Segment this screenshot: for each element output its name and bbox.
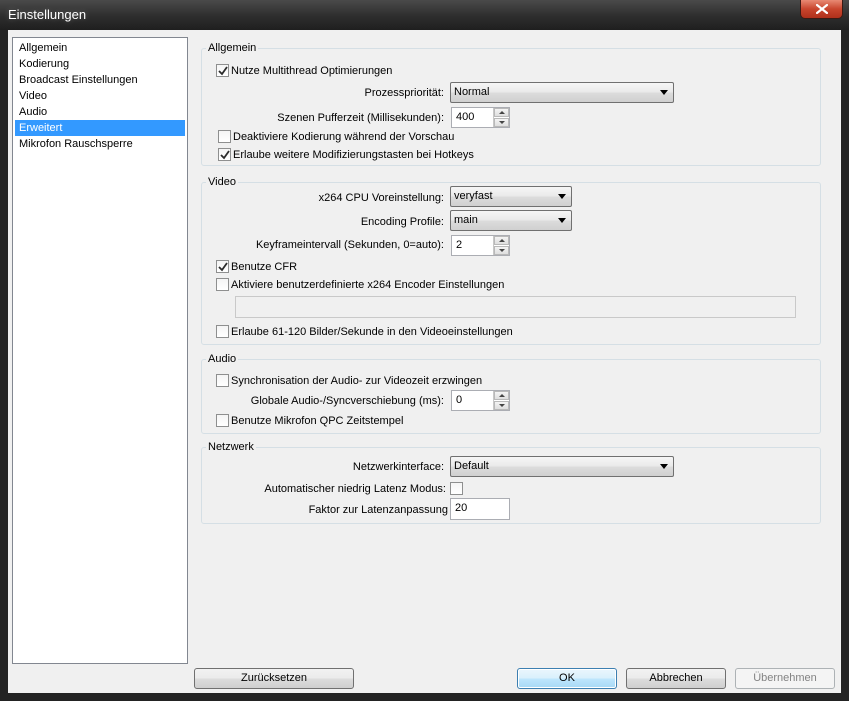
keyframe-spin-buttons (493, 236, 509, 255)
dialog-client-area: Allgemein Kodierung Broadcast Einstellun… (8, 30, 841, 693)
priority-label: Prozesspriorität: (364, 87, 444, 99)
sidebar-item-kodierung[interactable]: Kodierung (15, 56, 185, 72)
interface-label: Netzwerkinterface: (352, 461, 444, 473)
keyframe-value: 2 (456, 239, 463, 251)
checkmark-icon (220, 150, 230, 160)
offset-spin-buttons (493, 391, 509, 410)
hotkeys-checkbox[interactable] (218, 148, 231, 161)
custom-x264-input[interactable] (235, 296, 796, 318)
hotkeys-label: Erlaube weitere Modifizierungstasten bei… (233, 149, 474, 161)
sidebar-item-erweitert[interactable]: Erweitert (15, 120, 185, 136)
sidebar-item-audio[interactable]: Audio (15, 104, 185, 120)
custom-x264-checkbox[interactable] (216, 278, 229, 291)
spin-up-icon[interactable] (494, 108, 509, 117)
preset-label: x264 CPU Voreinstellung: (318, 192, 444, 204)
reset-button[interactable]: Zurücksetzen (194, 668, 354, 689)
preset-select[interactable]: veryfast (450, 186, 572, 207)
title-bar[interactable]: Einstellungen (0, 0, 849, 30)
cfr-label: Benutze CFR (231, 261, 298, 273)
group-title-netzwerk: Netzwerk (206, 441, 256, 454)
profile-select[interactable]: main (450, 210, 572, 231)
chevron-down-icon (660, 90, 668, 95)
settings-window: Einstellungen Allgemein Kodierung Broadc… (0, 0, 849, 701)
spin-down-icon[interactable] (494, 118, 509, 127)
chevron-down-icon (558, 218, 566, 223)
buffer-spin-buttons (493, 108, 509, 127)
cfr-checkbox[interactable] (216, 260, 229, 273)
checkmark-icon (218, 262, 228, 272)
settings-category-list[interactable]: Allgemein Kodierung Broadcast Einstellun… (12, 37, 188, 664)
profile-value: main (454, 214, 478, 226)
disable-encoding-checkbox[interactable] (218, 130, 231, 143)
offset-label: Globale Audio-/Syncverschiebung (ms): (250, 395, 444, 407)
spin-up-icon[interactable] (494, 391, 509, 400)
qpc-checkbox[interactable] (216, 414, 229, 427)
buffer-spinbox[interactable]: 400 (451, 107, 510, 128)
group-title-allgemein: Allgemein (206, 42, 259, 55)
disable-encoding-label: Deaktiviere Kodierung während der Vorsch… (233, 131, 455, 143)
offset-value: 0 (456, 394, 463, 406)
spin-down-icon[interactable] (494, 246, 509, 255)
buffer-value: 400 (456, 111, 475, 123)
spin-up-icon[interactable] (494, 236, 509, 245)
latency-mode-checkbox[interactable] (450, 482, 463, 495)
chevron-down-icon (558, 194, 566, 199)
chevron-down-icon (660, 464, 668, 469)
multithread-label: Nutze Multithread Optimierungen (231, 65, 393, 77)
interface-value: Default (454, 460, 489, 472)
offset-spinbox[interactable]: 0 (451, 390, 510, 411)
buffer-label: Szenen Pufferzeit (Millisekunden): (277, 112, 444, 124)
latency-factor-label: Faktor zur Latenzanpassung (308, 504, 448, 516)
qpc-label: Benutze Mikrofon QPC Zeitstempel (231, 415, 404, 427)
close-button[interactable] (800, 0, 843, 19)
highfps-checkbox[interactable] (216, 325, 229, 338)
checkmark-icon (218, 66, 228, 76)
interface-select[interactable]: Default (450, 456, 674, 477)
cancel-button[interactable]: Abbrechen (626, 668, 726, 689)
group-title-video: Video (206, 176, 238, 189)
custom-x264-label: Aktiviere benutzerdefinierte x264 Encode… (231, 279, 505, 291)
sidebar-item-allgemein[interactable]: Allgemein (15, 40, 185, 56)
sync-checkbox[interactable] (216, 374, 229, 387)
latency-factor-input[interactable]: 20 (450, 498, 510, 520)
latency-mode-label: Automatischer niedrig Latenz Modus: (264, 483, 446, 495)
highfps-label: Erlaube 61-120 Bilder/Sekunde in den Vid… (231, 326, 513, 338)
profile-label: Encoding Profile: (360, 216, 444, 228)
ok-button[interactable]: OK (517, 668, 617, 689)
spin-down-icon[interactable] (494, 401, 509, 410)
priority-select[interactable]: Normal (450, 82, 674, 103)
preset-value: veryfast (454, 190, 493, 202)
keyframe-spinbox[interactable]: 2 (451, 235, 510, 256)
window-title: Einstellungen (8, 7, 87, 22)
multithread-checkbox[interactable] (216, 64, 229, 77)
keyframe-label: Keyframeintervall (Sekunden, 0=auto): (255, 239, 444, 251)
sidebar-item-video[interactable]: Video (15, 88, 185, 104)
apply-button[interactable]: Übernehmen (735, 668, 835, 689)
sidebar-item-mikrofon[interactable]: Mikrofon Rauschsperre (15, 136, 185, 152)
priority-value: Normal (454, 86, 490, 98)
close-icon (815, 4, 828, 14)
sync-label: Synchronisation der Audio- zur Videozeit… (231, 375, 483, 387)
sidebar-item-broadcast[interactable]: Broadcast Einstellungen (15, 72, 185, 88)
group-title-audio: Audio (206, 353, 239, 366)
